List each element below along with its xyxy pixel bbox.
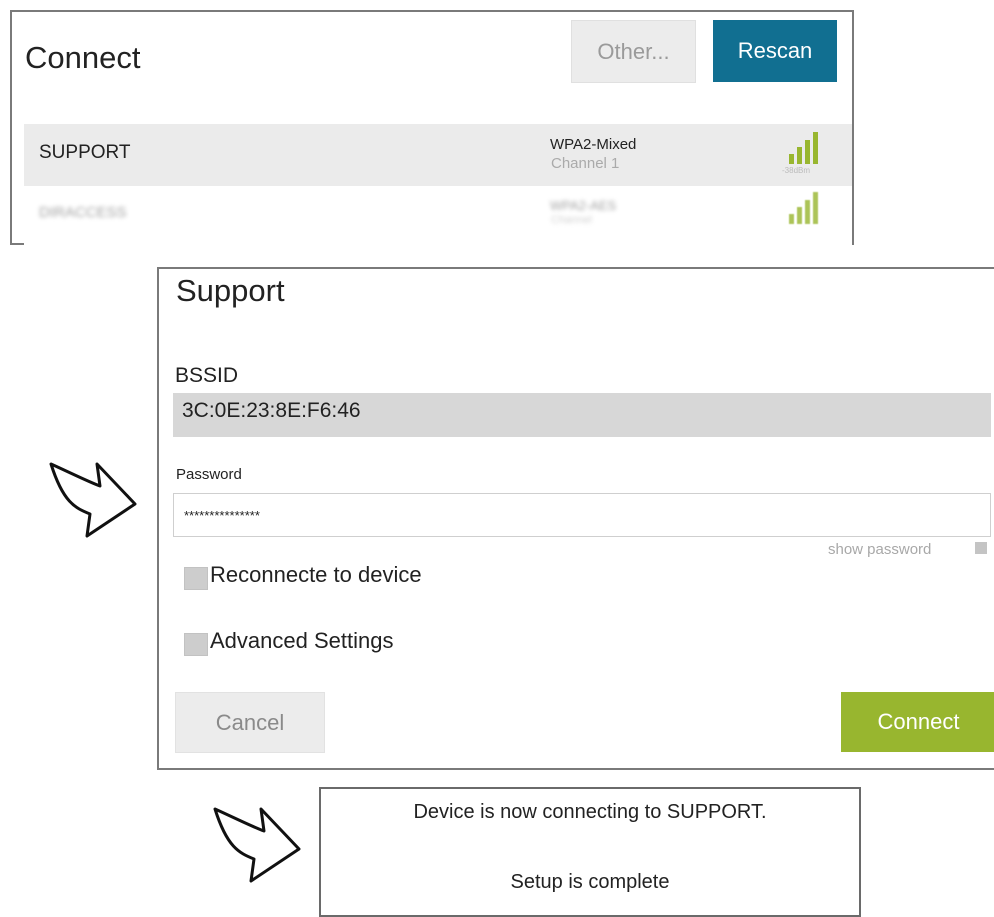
show-password-label: show password <box>828 541 932 558</box>
connect-panel: Connect Other... Rescan SUPPORT WPA2-Mix… <box>10 10 854 252</box>
advanced-settings-label: Advanced Settings <box>210 628 394 653</box>
show-password-checkbox[interactable] <box>975 542 987 554</box>
password-label: Password <box>176 466 242 483</box>
network-channel: Channel 1 <box>551 155 620 172</box>
network-row-diraccess[interactable]: DIRACCESS WPA2-AES Channel <box>24 190 852 252</box>
network-name: SUPPORT <box>39 142 131 163</box>
connect-title: Connect <box>25 40 141 75</box>
network-security: WPA2-AES <box>550 198 617 213</box>
network-name: DIRACCESS <box>39 204 127 221</box>
support-title: Support <box>176 273 285 308</box>
network-row-support[interactable]: SUPPORT WPA2-Mixed Channel 1 -38dBm <box>24 124 852 186</box>
reconnect-label: Reconnecte to device <box>210 562 422 587</box>
network-channel: Channel <box>551 214 592 226</box>
arrow-right-icon <box>49 462 137 538</box>
cancel-button[interactable]: Cancel <box>175 692 325 753</box>
network-security: WPA2-Mixed <box>550 136 637 153</box>
status-connecting-text: Device is now connecting to SUPPORT. <box>413 801 767 823</box>
other-button[interactable]: Other... <box>571 20 696 83</box>
support-panel: Support BSSID 3C:0E:23:8E:F6:46 Password… <box>157 267 994 770</box>
reconnect-checkbox[interactable] <box>184 567 208 590</box>
bssid-field: 3C:0E:23:8E:F6:46 <box>173 393 991 437</box>
arrow-right-icon <box>213 807 301 883</box>
bssid-value: 3C:0E:23:8E:F6:46 <box>182 399 361 422</box>
advanced-settings-checkbox[interactable] <box>184 633 208 656</box>
status-complete-text: Setup is complete <box>510 871 670 893</box>
connect-button[interactable]: Connect <box>841 692 994 752</box>
status-panel: Device is now connecting to SUPPORT. Set… <box>319 787 861 917</box>
rescan-button[interactable]: Rescan <box>713 20 837 82</box>
signal-bars-icon <box>789 132 818 164</box>
signal-bars-icon <box>789 192 818 224</box>
password-input[interactable] <box>173 493 991 537</box>
signal-strength: -38dBm <box>782 166 811 175</box>
bssid-label: BSSID <box>175 364 239 387</box>
